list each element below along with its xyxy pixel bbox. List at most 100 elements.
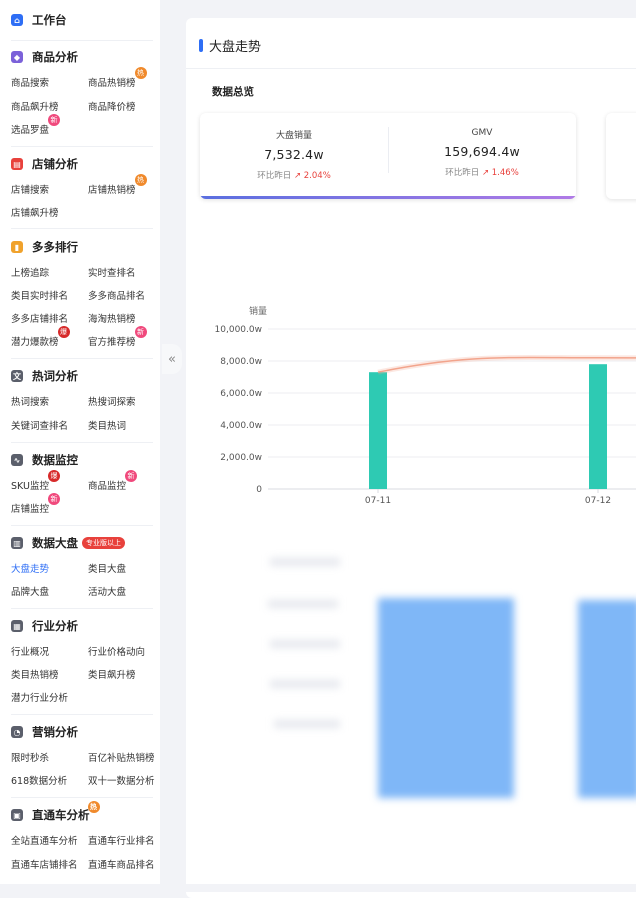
divider	[11, 714, 153, 715]
new-badge: 新	[48, 493, 61, 505]
sidebar-item-potential-industry[interactable]: 潜力行业分析	[11, 690, 68, 704]
trend-up-icon: ↗	[481, 168, 490, 178]
metric-sales: 大盘销量 7,532.4w 环比昨日 ↗ 2.04%	[200, 113, 388, 181]
sidebar-item-kw-category[interactable]: 类目热词	[88, 418, 126, 432]
section-monitor[interactable]: ∿ 数据监控	[11, 450, 78, 470]
trend-up-icon: ↗	[293, 171, 302, 181]
sidebar-item-rank-overseas[interactable]: 海淘热销榜	[88, 311, 136, 325]
blurred-label	[274, 720, 340, 728]
section-title: 行业分析	[32, 619, 78, 633]
sidebar-item-activity-market[interactable]: 活动大盘	[88, 584, 126, 598]
sidebar-item-sku-monitor[interactable]: SKU监控爆	[11, 470, 60, 492]
blurred-bar	[578, 600, 636, 798]
y-tick-label: 2,000.0w	[220, 453, 262, 463]
metric-change: 1.46%	[491, 168, 519, 178]
section-goods-analysis[interactable]: ◆ 商品分析	[11, 47, 78, 67]
sidebar-item-ad-goods[interactable]: 直通车商品排名	[88, 857, 155, 871]
y-tick-label: 4,000.0w	[220, 421, 262, 431]
divider	[11, 358, 153, 359]
x-tick-label: 07-12	[585, 496, 611, 506]
sidebar-item-1111-analysis[interactable]: 双十一数据分析	[88, 773, 155, 787]
y-tick-label: 6,000.0w	[220, 389, 262, 399]
divider	[11, 40, 153, 41]
marketing-icon: ◔	[11, 726, 23, 738]
blurred-label	[270, 680, 340, 688]
sidebar-item-goods-rising[interactable]: 商品飙升榜	[11, 99, 59, 113]
sidebar-item-category-rising[interactable]: 类目飙升榜	[88, 667, 136, 681]
sidebar-item-ad-industry[interactable]: 直通车行业排名	[88, 833, 155, 847]
metric-compare: 环比昨日 ↗ 2.04%	[257, 171, 331, 181]
sidebar-item-rank-potential[interactable]: 潜力爆款榜爆	[11, 326, 70, 348]
sidebar-item-ad-store[interactable]: 直通车店铺排名	[11, 857, 78, 871]
sidebar-item-store-hot[interactable]: 店铺热销榜热	[88, 174, 147, 196]
dashboard-icon: ▥	[11, 537, 23, 549]
new-badge: 新	[125, 470, 138, 482]
sidebar-item-market-trend[interactable]: 大盘走势	[11, 561, 49, 575]
sidebar-item-brand-market[interactable]: 品牌大盘	[11, 584, 49, 598]
x-tick-label: 07-11	[365, 496, 391, 506]
sidebar-item-industry-overview[interactable]: 行业概况	[11, 644, 49, 658]
new-badge: 新	[134, 326, 147, 338]
blurred-label	[268, 600, 338, 608]
y-tick-label: 8,000.0w	[220, 357, 262, 367]
sidebar-item-rank-goods[interactable]: 多多商品排名	[88, 288, 145, 302]
sidebar-item-kw-explore[interactable]: 热搜词探索	[88, 394, 136, 408]
sidebar-item-goods-pricedrop[interactable]: 商品降价榜	[88, 99, 136, 113]
sidebar-item-618-analysis[interactable]: 618数据分析	[11, 773, 67, 787]
y-tick-label: 0	[256, 485, 262, 495]
divider	[11, 608, 153, 609]
y-tick-label: 10,000.0w	[215, 325, 262, 335]
metric-change: 2.04%	[303, 171, 331, 181]
blurred-bar	[378, 598, 514, 798]
section-store-analysis[interactable]: ▤ 店铺分析	[11, 154, 78, 174]
metric-label: GMV	[471, 128, 493, 138]
divider	[11, 442, 153, 443]
sidebar-item-goods-monitor[interactable]: 商品监控新	[88, 470, 138, 492]
home-icon: ⌂	[11, 14, 23, 26]
divider	[11, 228, 153, 229]
blurred-label	[270, 640, 340, 648]
sidebar-item-store-search[interactable]: 店铺搜索	[11, 182, 49, 196]
sidebar-item-store-rising[interactable]: 店铺飙升榜	[11, 205, 59, 219]
section-industry[interactable]: ▦ 行业分析	[11, 616, 78, 636]
sidebar-item-rank-store[interactable]: 多多店铺排名	[11, 311, 68, 325]
sidebar-item-goods-hot[interactable]: 商品热销榜热	[88, 67, 147, 89]
sidebar-item-kw-search[interactable]: 热词搜索	[11, 394, 49, 408]
pro-badge: 专业版以上	[82, 537, 125, 549]
sidebar-item-store-monitor[interactable]: 店铺监控新	[11, 493, 61, 515]
sidebar-item-category-hot[interactable]: 类目热销榜	[11, 667, 59, 681]
sidebar-item-goods-search[interactable]: 商品搜索	[11, 75, 49, 89]
collapse-sidebar-button[interactable]: «	[162, 344, 182, 374]
sidebar-item-rank-realtime[interactable]: 实时查排名	[88, 265, 136, 279]
section-ranking[interactable]: ▮ 多多排行	[11, 237, 78, 257]
sidebar-item-rank-official[interactable]: 官方推荐榜新	[88, 326, 147, 348]
section-dashboard[interactable]: ▥ 数据大盘 专业版以上	[11, 533, 125, 553]
page-title: 大盘走势	[209, 39, 262, 55]
metric-value: 7,532.4w	[264, 147, 324, 162]
keyword-icon: 文	[11, 370, 23, 382]
section-ad-analysis[interactable]: ▣ 直通车分析 热	[11, 801, 100, 825]
section-title: 营销分析	[32, 725, 78, 739]
sidebar-item-subsidy-hot[interactable]: 百亿补贴热销榜	[88, 750, 155, 764]
sidebar-item-kw-rank[interactable]: 关键词查排名	[11, 418, 68, 432]
sidebar-item-rank-category[interactable]: 类目实时排名	[11, 288, 68, 302]
section-title: 多多排行	[32, 240, 78, 254]
metrics-card: 大盘销量 7,532.4w 环比昨日 ↗ 2.04% GMV 159,694.4…	[200, 113, 576, 199]
double-chevron-left-icon: «	[168, 351, 176, 367]
section-marketing[interactable]: ◔ 营销分析	[11, 722, 78, 742]
section-keyword[interactable]: 文 热词分析	[11, 366, 78, 386]
sidebar-item-ad-site[interactable]: 全站直通车分析	[11, 833, 78, 847]
bar	[589, 364, 607, 489]
new-badge: 新	[48, 114, 61, 126]
sidebar-item-goods-compass[interactable]: 选品罗盘新	[11, 114, 61, 136]
sidebar-item-industry-price[interactable]: 行业价格动向	[88, 644, 145, 658]
hot-badge: 热	[134, 67, 147, 79]
sidebar-item-flash-sale[interactable]: 限时秒杀	[11, 750, 49, 764]
sidebar-item-category-market[interactable]: 类目大盘	[88, 561, 126, 575]
metric-compare: 环比昨日 ↗ 1.46%	[445, 168, 519, 178]
section-title: 商品分析	[32, 50, 78, 64]
sidebar-item-rank-track[interactable]: 上榜追踪	[11, 265, 49, 279]
divider	[11, 525, 153, 526]
sidebar-workbench[interactable]: ⌂ 工作台	[11, 10, 67, 30]
overview-title: 数据总览	[212, 86, 254, 98]
